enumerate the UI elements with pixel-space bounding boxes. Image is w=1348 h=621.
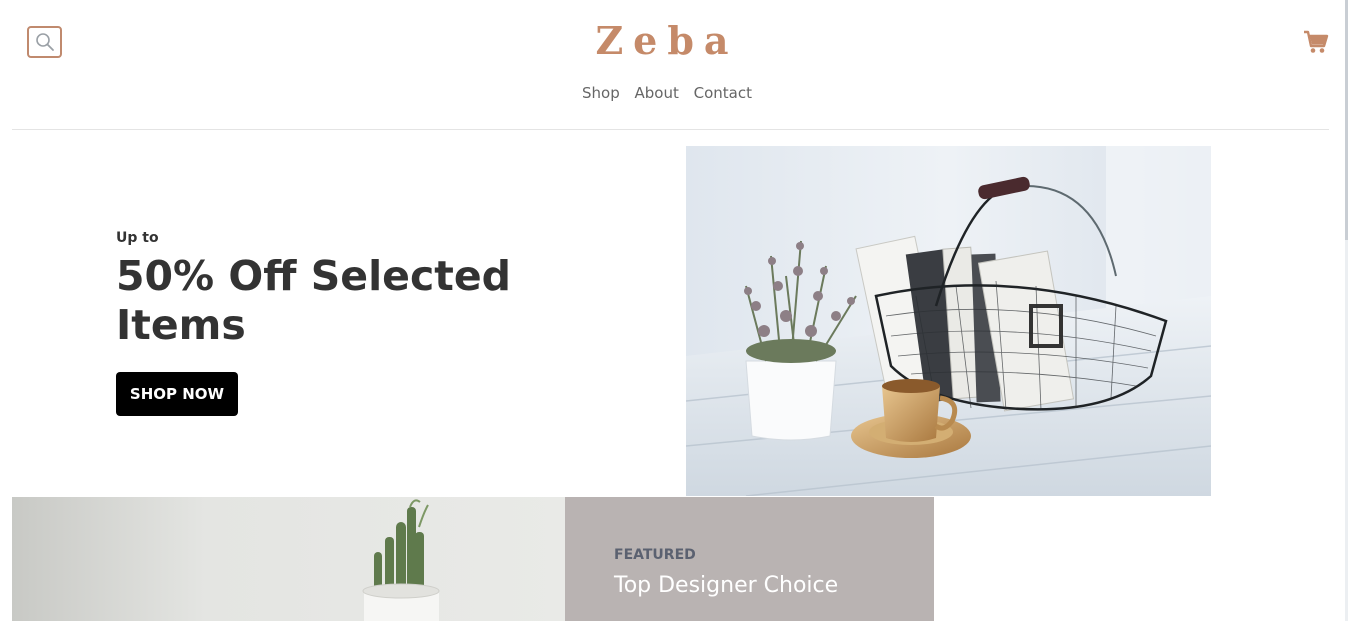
shopping-cart-icon — [1304, 30, 1329, 53]
hero-title: 50% Off Selected Items — [116, 252, 512, 349]
nav-item-shop[interactable]: Shop — [582, 84, 620, 102]
cart-button[interactable] — [1303, 29, 1329, 55]
featured-image — [12, 497, 565, 621]
featured-panel[interactable]: FEATURED Top Designer Choice — [565, 497, 934, 621]
nav-item-about[interactable]: About — [635, 84, 679, 102]
featured-title[interactable]: Top Designer Choice — [614, 573, 838, 598]
hero-kicker: Up to — [116, 230, 159, 246]
nav-item-contact[interactable]: Contact — [694, 84, 752, 102]
main-nav: Shop About Contact — [0, 84, 1334, 102]
site-logo[interactable]: Zeba — [0, 18, 1334, 63]
shop-now-button[interactable]: SHOP NOW — [116, 372, 238, 416]
featured-kicker: FEATURED — [614, 547, 696, 563]
hero-image — [686, 146, 1211, 496]
header-divider — [12, 129, 1329, 130]
